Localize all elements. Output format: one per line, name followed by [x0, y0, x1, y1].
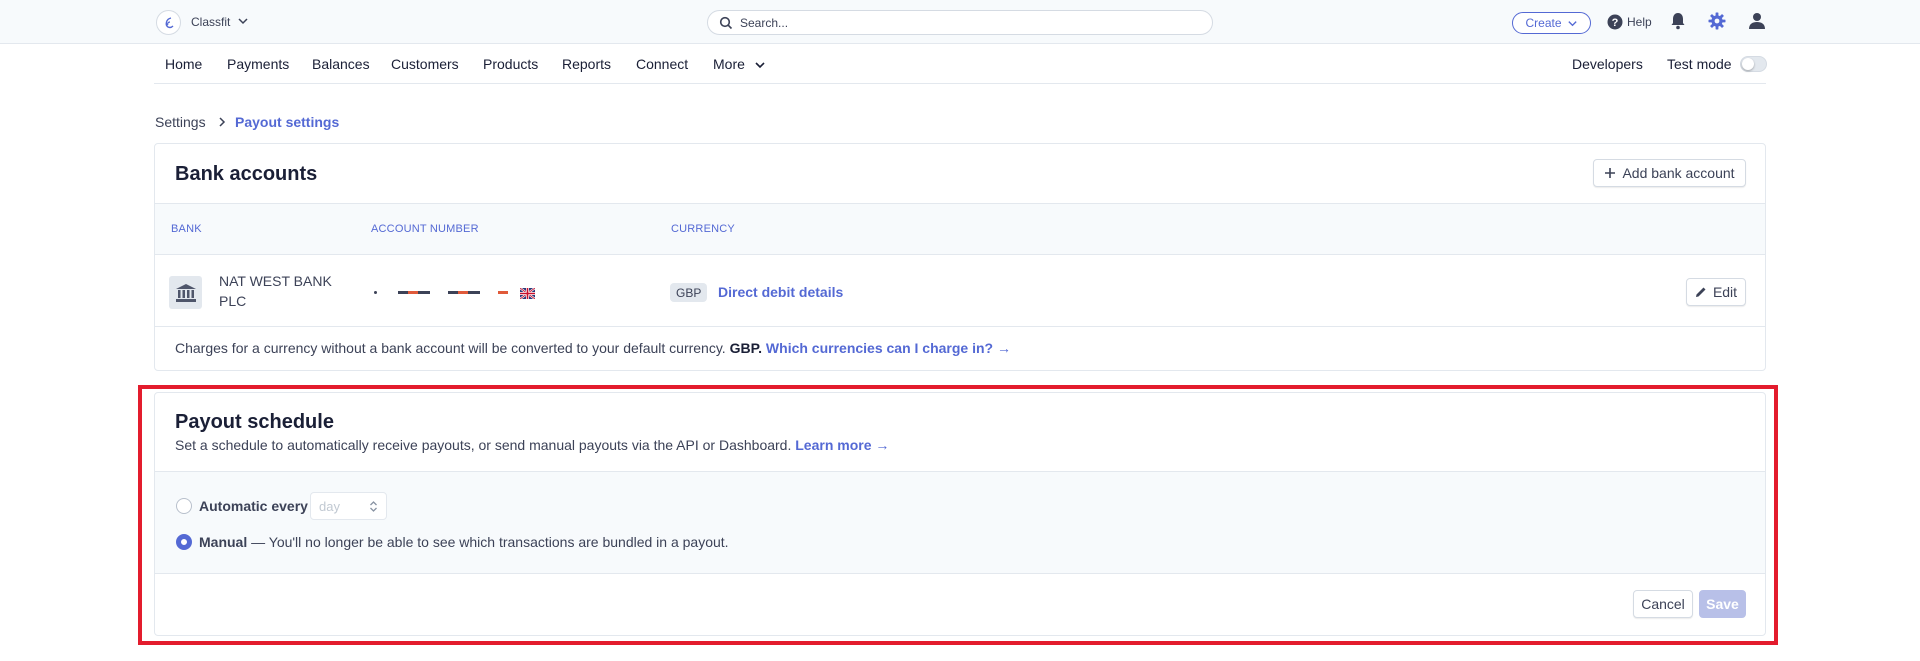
- account-number: [370, 286, 540, 300]
- test-mode-label: Test mode: [1667, 56, 1732, 72]
- column-header-account-number: ACCOUNT NUMBER: [371, 223, 479, 235]
- edit-label: Edit: [1712, 284, 1738, 300]
- column-header-bank: BANK: [171, 223, 202, 235]
- save-button[interactable]: Save: [1699, 590, 1746, 618]
- chevron-down-icon: [1567, 20, 1577, 26]
- default-currency-text: Charges for a currency without a bank ac…: [175, 340, 726, 356]
- cancel-button[interactable]: Cancel: [1633, 590, 1693, 618]
- help-icon: ?: [1607, 14, 1623, 30]
- column-header-currency: CURRENCY: [671, 223, 735, 235]
- user-icon[interactable]: [1748, 12, 1766, 33]
- which-currencies-link[interactable]: Which currencies can I charge in? →: [766, 340, 1011, 356]
- top-bar: Classfit Create ? Help: [0, 0, 1920, 44]
- payout-schedule-title: Payout schedule: [175, 411, 334, 433]
- bank-name-line2: PLC: [219, 293, 247, 309]
- cancel-label: Cancel: [1641, 596, 1685, 612]
- payout-schedule-description: Set a schedule to automatically receive …: [175, 437, 792, 453]
- payout-interval-select[interactable]: day: [310, 492, 387, 520]
- chevron-right-icon: [217, 116, 227, 131]
- nav-customers[interactable]: Customers: [391, 56, 459, 72]
- manual-option-row: Manual — You'll no longer be able to see…: [199, 534, 729, 550]
- search-input[interactable]: [740, 14, 1200, 31]
- currency-badge: GBP: [670, 283, 708, 302]
- add-bank-account-button[interactable]: Add bank account: [1593, 159, 1746, 187]
- default-currency-note: Charges for a currency without a bank ac…: [175, 340, 1011, 356]
- search-box[interactable]: [707, 10, 1213, 35]
- edit-button[interactable]: Edit: [1686, 278, 1746, 306]
- nav-divider: [154, 83, 1766, 84]
- add-bank-account-label: Add bank account: [1622, 165, 1735, 181]
- search-icon: [719, 16, 733, 33]
- automatic-radio[interactable]: [176, 498, 192, 514]
- payout-interval-value: day: [319, 499, 340, 514]
- automatic-label[interactable]: Automatic every: [199, 498, 308, 514]
- help-label: Help: [1627, 15, 1652, 29]
- pencil-icon: [1695, 287, 1706, 297]
- nav-reports[interactable]: Reports: [562, 56, 611, 72]
- help-link[interactable]: ? Help: [1607, 12, 1652, 32]
- svg-text:?: ?: [1612, 17, 1619, 29]
- toggle-knob: [1742, 58, 1754, 70]
- bank-icon: [169, 276, 202, 309]
- nav-connect[interactable]: Connect: [636, 56, 688, 72]
- direct-debit-details-link[interactable]: Direct debit details: [718, 284, 843, 300]
- nav-products[interactable]: Products: [483, 56, 538, 72]
- create-button-label: Create: [1525, 16, 1562, 30]
- create-button[interactable]: Create: [1512, 12, 1591, 34]
- manual-note: — You'll no longer be able to see which …: [251, 534, 729, 550]
- account-logo-icon[interactable]: [156, 10, 181, 35]
- save-label: Save: [1706, 596, 1739, 612]
- default-currency-value: GBP.: [729, 340, 763, 356]
- breadcrumb-payout-settings[interactable]: Payout settings: [235, 114, 339, 130]
- uk-flag-icon: [519, 287, 536, 302]
- bank-accounts-title: Bank accounts: [175, 163, 318, 185]
- nav-more[interactable]: More: [713, 56, 745, 72]
- test-mode-toggle[interactable]: [1740, 56, 1767, 72]
- nav-balances[interactable]: Balances: [312, 56, 370, 72]
- manual-label[interactable]: Manual: [199, 534, 247, 550]
- bank-name-line1: NAT WEST BANK: [219, 273, 332, 289]
- chevron-down-icon[interactable]: [237, 15, 249, 30]
- account-name[interactable]: Classfit: [191, 15, 230, 29]
- payout-schedule-description-row: Set a schedule to automatically receive …: [175, 437, 889, 453]
- plus-icon: [1605, 168, 1616, 178]
- select-arrows-icon: [369, 500, 378, 516]
- nav-payments[interactable]: Payments: [227, 56, 289, 72]
- breadcrumb-settings[interactable]: Settings: [155, 114, 206, 130]
- chevron-down-icon[interactable]: [754, 59, 766, 74]
- bell-icon[interactable]: [1670, 12, 1686, 33]
- learn-more-link[interactable]: Learn more →: [795, 437, 889, 453]
- payout-options-section: [155, 471, 1765, 574]
- nav-home[interactable]: Home: [165, 56, 202, 72]
- manual-radio[interactable]: [176, 534, 192, 550]
- nav-developers[interactable]: Developers: [1572, 56, 1643, 72]
- gear-icon[interactable]: [1708, 12, 1726, 33]
